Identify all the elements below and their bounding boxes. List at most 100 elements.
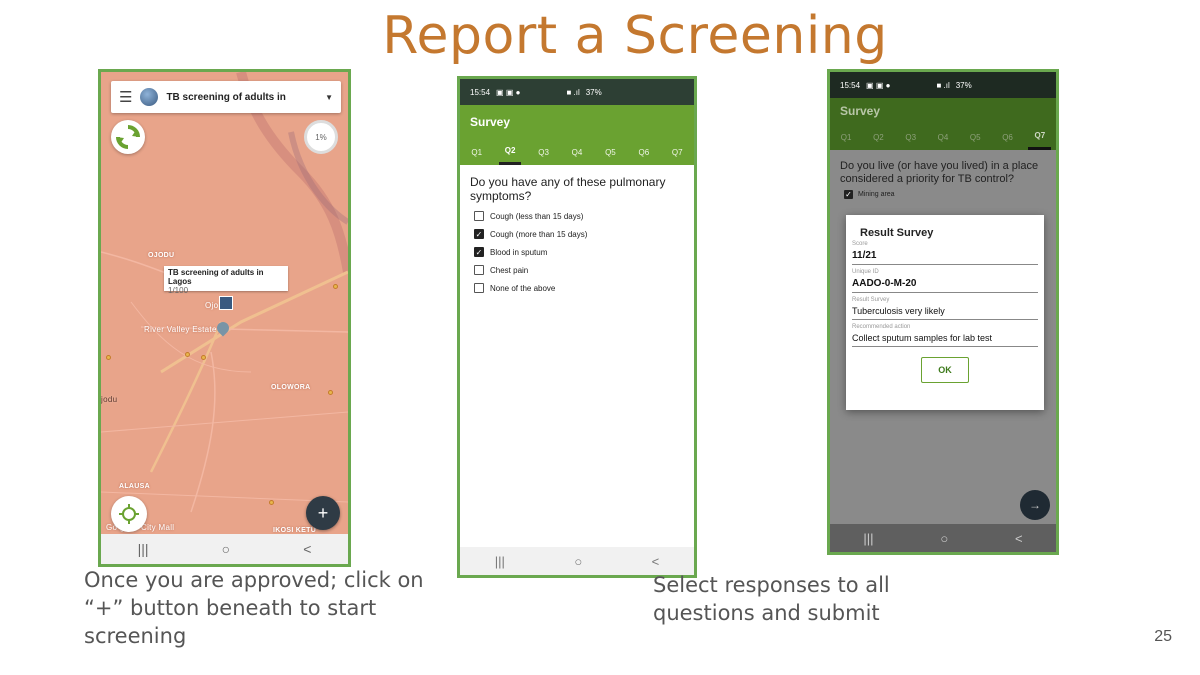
recent-apps-button[interactable]: ||| <box>863 531 873 546</box>
result-value: Tuberculosis very likely <box>852 306 945 316</box>
tab-q5[interactable]: Q5 <box>599 141 622 164</box>
tab-q7[interactable]: Q7 <box>666 141 689 164</box>
question-tabs: Q1 Q2 Q3 Q4 Q5 Q6 Q7 <box>830 124 1056 150</box>
ok-button[interactable]: OK <box>921 357 969 383</box>
menu-icon[interactable]: ☰ <box>119 88 132 106</box>
my-location-button[interactable] <box>111 496 147 532</box>
android-nav-bar: ||| ○ < <box>830 524 1056 552</box>
checkbox[interactable] <box>474 211 484 221</box>
unique-id-field: Unique ID AADO-0-M-20 <box>852 269 1038 293</box>
poi-marker[interactable] <box>269 500 274 505</box>
poi-marker[interactable] <box>106 355 111 360</box>
question-tabs: Q1 Q2 Q3 Q4 Q5 Q6 Q7 <box>460 139 694 165</box>
back-button[interactable]: < <box>1015 531 1023 546</box>
tab-q3[interactable]: Q3 <box>532 141 555 164</box>
score-value: 11/21 <box>852 250 877 261</box>
notification-icons: ▣ ▣ ● <box>866 80 891 90</box>
unique-id-value: AADO-0-M-20 <box>852 278 917 289</box>
option-none[interactable]: None of the above <box>460 279 694 297</box>
signal-icon: ■ .ıl <box>566 87 580 97</box>
caption-right: Select responses to all questions and su… <box>653 573 890 625</box>
recent-apps-button[interactable]: ||| <box>495 554 505 569</box>
dialog-title: Result Survey <box>860 227 934 239</box>
option-blood-sputum[interactable]: ✓ Blood in sputum <box>460 243 694 261</box>
tab-q7[interactable]: Q7 <box>1028 124 1052 150</box>
slide-title: Report a Screening <box>382 6 888 66</box>
sync-icon <box>116 125 140 149</box>
tab-q1[interactable]: Q1 <box>465 141 488 164</box>
option-label: Cough (less than 15 days) <box>490 211 584 221</box>
add-screening-button[interactable]: + <box>306 496 340 530</box>
back-button[interactable]: < <box>652 554 660 569</box>
field-label: Score <box>852 241 868 247</box>
tab-q6[interactable]: Q6 <box>632 141 655 164</box>
map-label-ikosi-ketu: IKOSI KETU <box>273 527 317 534</box>
option-label: Cough (more than 15 days) <box>490 229 588 239</box>
action-value: Collect sputum samples for lab test <box>852 333 993 343</box>
map-label-river-valley: River Valley Estate <box>144 325 217 334</box>
map-phone-screenshot: ☰ TB screening of adults in ▼ 1% OJODU O… <box>98 69 351 567</box>
tab-q5[interactable]: Q5 <box>964 126 987 149</box>
survey-phone-screenshot: 15:54 ▣ ▣ ● ■ .ıl 37% Survey Q1 Q2 Q3 Q4… <box>457 76 697 578</box>
android-nav-bar: ||| ○ < <box>101 534 348 564</box>
tab-q4[interactable]: Q4 <box>566 141 589 164</box>
result-field: Result Survey Tuberculosis very likely <box>852 297 1038 320</box>
tab-q2[interactable]: Q2 <box>867 126 890 149</box>
checkbox-checked[interactable]: ✓ <box>474 247 484 257</box>
option-label: Blood in sputum <box>490 247 548 257</box>
home-button[interactable]: ○ <box>940 531 948 546</box>
map-label-olowora: OLOWORA <box>271 384 311 391</box>
tab-q1[interactable]: Q1 <box>835 126 858 149</box>
status-time: 15:54 <box>840 80 861 90</box>
sync-button[interactable] <box>111 120 145 154</box>
next-arrow-button[interactable]: → <box>1020 490 1050 520</box>
checkbox[interactable] <box>474 265 484 275</box>
poi-marker[interactable] <box>185 352 190 357</box>
battery-level: 37% <box>955 80 972 90</box>
notification-icons: ▣ ▣ ● <box>496 87 521 97</box>
page-number: 25 <box>1154 628 1172 645</box>
option-label: None of the above <box>490 283 556 293</box>
poi-marker[interactable] <box>328 390 333 395</box>
field-label: Result Survey <box>852 297 890 303</box>
map-label-ojo: Ojo <box>205 301 219 310</box>
map-label-ojodu: OJODU <box>148 252 175 259</box>
battery-level: 37% <box>585 87 602 97</box>
poi-marker[interactable] <box>201 355 206 360</box>
tooltip-title: TB screening of adults in Lagos <box>168 268 264 286</box>
tab-q6[interactable]: Q6 <box>996 126 1019 149</box>
question-text: Do you have any of these pulmonary sympt… <box>470 175 666 203</box>
survey-avatar <box>140 88 159 106</box>
caption-left: Once you are approved; click on “+” butt… <box>84 568 424 648</box>
option-cough-short[interactable]: Cough (less than 15 days) <box>460 207 694 225</box>
checkbox[interactable] <box>474 283 484 293</box>
app-header: Survey <box>460 105 694 139</box>
survey-title: TB screening of adults in <box>166 91 286 103</box>
poi-marker[interactable] <box>333 284 338 289</box>
tooltip-count: 1/100 <box>168 286 189 295</box>
action-field: Recommended action Collect sputum sample… <box>852 324 1038 347</box>
back-button[interactable]: < <box>303 541 311 557</box>
marker-tooltip[interactable]: TB screening of adults in Lagos 1/100 <box>164 266 288 295</box>
option-mining-area[interactable]: ✓ Mining area <box>830 188 1056 201</box>
option-chest-pain[interactable]: Chest pain <box>460 261 694 279</box>
survey-marker[interactable] <box>219 296 233 310</box>
score-field: Score 11/21 <box>852 241 1038 265</box>
home-button[interactable]: ○ <box>222 541 230 557</box>
checkbox-checked[interactable]: ✓ <box>844 190 853 199</box>
tab-q3[interactable]: Q3 <box>899 126 922 149</box>
field-label: Recommended action <box>852 324 911 330</box>
checkbox-checked[interactable]: ✓ <box>474 229 484 239</box>
tab-q4[interactable]: Q4 <box>932 126 955 149</box>
survey-selector[interactable]: ☰ TB screening of adults in ▼ <box>111 81 341 113</box>
signal-icon: ■ .ıl <box>936 80 950 90</box>
tab-q2[interactable]: Q2 <box>498 139 522 165</box>
map-view[interactable]: ☰ TB screening of adults in ▼ 1% OJODU O… <box>101 72 348 540</box>
recent-apps-button[interactable]: ||| <box>138 541 149 557</box>
home-button[interactable]: ○ <box>574 554 582 569</box>
progress-indicator: 1% <box>304 120 338 154</box>
option-cough-long[interactable]: ✓ Cough (more than 15 days) <box>460 225 694 243</box>
dropdown-caret-icon[interactable]: ▼ <box>325 93 333 102</box>
status-bar: 15:54 ▣ ▣ ● ■ .ıl 37% <box>460 79 694 105</box>
option-label: Mining area <box>858 191 895 198</box>
